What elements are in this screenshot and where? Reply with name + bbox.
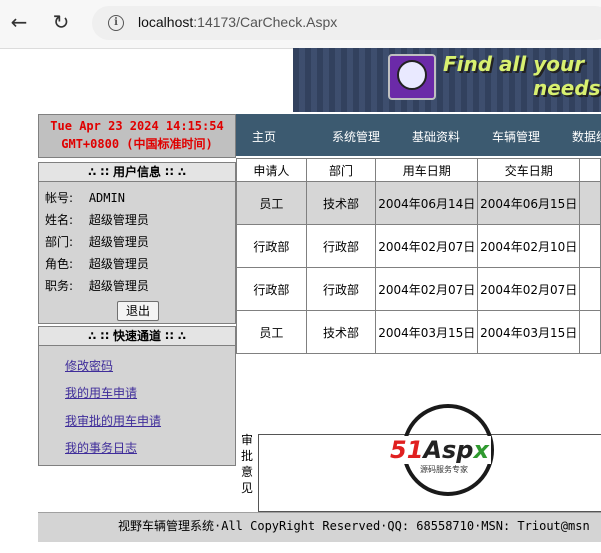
table-cell: 行政部 — [236, 224, 307, 268]
nav-system-management[interactable]: 系统管理 — [332, 128, 380, 145]
logo-text: 51Aspx — [388, 436, 491, 464]
department-label: 部门: — [45, 235, 74, 249]
account-row: 帐号: ADMIN — [45, 189, 125, 206]
table-cell: 技术部 — [305, 310, 377, 354]
table-cell: 2004年02月10日 — [477, 224, 581, 268]
position-row: 职务: 超级管理员 — [45, 277, 149, 294]
my-approved-requests-link[interactable]: 我审批的用车申请 — [65, 412, 161, 429]
page-footer: 视野车辆管理系统·All CopyRight Reserved·QQ: 6855… — [38, 512, 601, 542]
table-cell — [579, 310, 601, 354]
table-row[interactable]: 行政部 行政部 2004年02月07日 2004年02月07日 — [236, 267, 601, 311]
table-cell: 员工 — [236, 310, 307, 354]
main-nav: 主页 系统管理 基础资料 车辆管理 数据统 — [236, 114, 601, 156]
table-cell: 2004年06月15日 — [477, 181, 581, 225]
name-label: 姓名: — [45, 213, 74, 227]
table-header-row: 申请人 部门 用车日期 交车日期 — [236, 158, 601, 182]
nav-basic-data[interactable]: 基础资料 — [412, 128, 460, 145]
table-row[interactable]: 行政部 行政部 2004年02月07日 2004年02月10日 — [236, 224, 601, 268]
table-row[interactable]: 员工 技术部 2004年06月14日 2004年06月15日 — [236, 181, 601, 225]
label-char: 意 — [240, 465, 253, 479]
slogan-line-2: needs — [533, 76, 601, 100]
nav-home[interactable]: 主页 — [252, 128, 276, 145]
table-cell — [579, 181, 601, 225]
label-char: 批 — [240, 449, 253, 463]
user-info-panel: ∴ ∷ 用户信息 ∷ ∴ 帐号: ADMIN 姓名: 超级管理员 部门: 超级管… — [38, 162, 236, 324]
approval-comment-label: 审 批 意 见 — [239, 432, 255, 496]
header-banner: Find all your needs — [293, 48, 601, 112]
reload-icon[interactable]: ↻ — [50, 11, 72, 33]
51aspx-logo: 51Aspx 源码服务专家 — [386, 400, 514, 500]
back-arrow-icon[interactable]: ← — [8, 11, 30, 33]
table-cell: 2004年03月15日 — [477, 310, 581, 354]
column-header: 申请人 — [236, 158, 307, 182]
table-cell: 员工 — [236, 181, 307, 225]
account-value: ADMIN — [88, 191, 125, 205]
quick-links-panel: ∴ ∷ 快速通道 ∷ ∴ 修改密码 我的用车申请 我审批的用车申请 我的事务日志 — [38, 326, 236, 466]
quick-links-title: ∴ ∷ 快速通道 ∷ ∴ — [39, 327, 235, 346]
my-activity-log-link[interactable]: 我的事务日志 — [65, 439, 137, 456]
browser-toolbar: ← ↻ i localhost:14173/CarCheck.Aspx — [0, 0, 601, 49]
position-label: 职务: — [45, 279, 74, 293]
table-cell: 2004年03月15日 — [375, 310, 479, 354]
nav-statistics[interactable]: 数据统 — [572, 128, 601, 145]
table-cell: 2004年06月14日 — [375, 181, 479, 225]
url-host: localhost — [138, 14, 194, 30]
table-cell: 2004年02月07日 — [477, 267, 581, 311]
logo-tagline: 源码服务专家 — [420, 465, 468, 474]
account-label: 帐号: — [45, 191, 74, 205]
role-label: 角色: — [45, 257, 74, 271]
table-cell — [579, 267, 601, 311]
name-value: 超级管理员 — [88, 213, 149, 227]
column-header: 交车日期 — [477, 158, 581, 182]
table-cell — [579, 224, 601, 268]
table-cell: 行政部 — [305, 224, 377, 268]
column-header: 部门 — [305, 158, 377, 182]
nav-vehicle-management[interactable]: 车辆管理 — [492, 128, 540, 145]
logout-button[interactable]: 退出 — [117, 301, 159, 321]
position-value: 超级管理员 — [88, 279, 149, 293]
department-value: 超级管理员 — [88, 235, 149, 249]
table-cell: 行政部 — [305, 267, 377, 311]
url-text: localhost:14173/CarCheck.Aspx — [138, 14, 337, 30]
change-password-link[interactable]: 修改密码 — [65, 357, 113, 374]
my-car-requests-link[interactable]: 我的用车申请 — [65, 384, 137, 401]
address-bar[interactable]: i localhost:14173/CarCheck.Aspx — [92, 6, 601, 40]
label-char: 见 — [240, 481, 253, 495]
user-info-title: ∴ ∷ 用户信息 ∷ ∴ — [39, 163, 235, 182]
table-cell: 技术部 — [305, 181, 377, 225]
department-row: 部门: 超级管理员 — [45, 233, 149, 250]
name-row: 姓名: 超级管理员 — [45, 211, 149, 228]
clock-date: Tue Apr 23 2024 14:15:54 — [50, 119, 224, 133]
slogan-line-1: Find all your — [443, 52, 585, 76]
url-path: :14173/CarCheck.Aspx — [193, 14, 338, 30]
banner-slogan: Find all your needs — [443, 52, 601, 100]
column-header — [579, 158, 601, 182]
site-info-icon[interactable]: i — [108, 15, 124, 31]
role-row: 角色: 超级管理员 — [45, 255, 149, 272]
table-cell: 2004年02月07日 — [375, 224, 479, 268]
page-content: Find all your needs Tue Apr 23 2024 14:1… — [38, 48, 601, 553]
table-cell: 行政部 — [236, 267, 307, 311]
label-char: 审 — [240, 433, 253, 447]
car-request-table: 申请人 部门 用车日期 交车日期 员工 技术部 2004年06月14日 2004… — [236, 158, 601, 354]
table-row[interactable]: 员工 技术部 2004年03月15日 2004年03月15日 — [236, 310, 601, 354]
table-cell: 2004年02月07日 — [375, 267, 479, 311]
column-header: 用车日期 — [375, 158, 479, 182]
date-time-display: Tue Apr 23 2024 14:15:54 GMT+0800 (中国标准时… — [38, 114, 236, 158]
globe-icon — [397, 60, 427, 90]
role-value: 超级管理员 — [88, 257, 149, 271]
clock-timezone: GMT+0800 (中国标准时间) — [61, 137, 213, 151]
logo-51: 51 — [390, 436, 424, 464]
logo-x: x — [473, 436, 489, 464]
logo-asp: Asp — [423, 436, 474, 464]
